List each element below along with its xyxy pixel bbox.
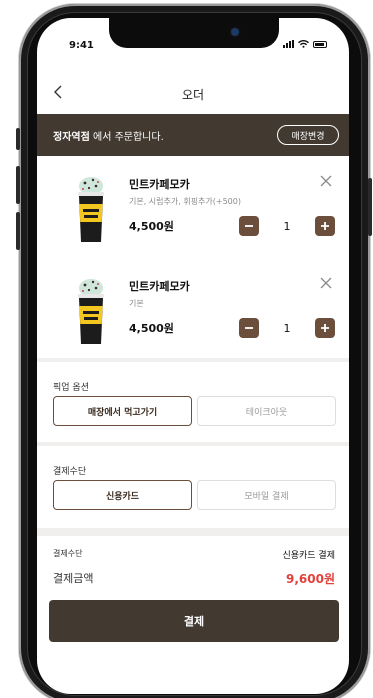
wifi-icon	[298, 40, 309, 48]
app-screen: 9:41 오더 정자역점 에서 주문합니다. 매장변경 민트카페모카 기본, 시…	[37, 18, 349, 694]
store-name: 정자역점	[53, 132, 90, 143]
pickup-option-takeout[interactable]: 테이크아웃	[197, 396, 336, 426]
volume-down-button	[16, 212, 20, 250]
section-divider	[37, 358, 349, 362]
store-suffix: 에서 주문합니다.	[93, 132, 164, 143]
change-store-button[interactable]: 매장변경	[277, 125, 339, 145]
qty-plus-button[interactable]	[315, 318, 335, 338]
battery-icon	[313, 40, 327, 48]
qty-value: 1	[283, 322, 291, 335]
signal-icon	[283, 40, 294, 48]
cart-item: 민트카페모카 기본, 시럽추가, 휘핑추가(+500) 4,500원 1	[37, 172, 349, 262]
qty-minus-button[interactable]	[239, 318, 259, 338]
plus-icon	[321, 324, 329, 332]
item-price: 4,500원	[129, 220, 174, 233]
summary-method-value: 신용카드 결제	[282, 551, 335, 561]
remove-item-close-icon[interactable]	[319, 174, 333, 188]
summary-method-label: 결제수단	[53, 549, 83, 558]
camera-icon	[231, 28, 239, 36]
pay-button[interactable]: 결제	[49, 600, 339, 642]
pickup-option-dine-in[interactable]: 매장에서 먹고가기	[53, 396, 192, 426]
qty-plus-button[interactable]	[315, 216, 335, 236]
coffee-cup-image	[78, 279, 104, 344]
minus-icon	[245, 225, 253, 227]
plus-icon	[321, 222, 329, 230]
power-button	[368, 178, 372, 236]
store-message: 정자역점 에서 주문합니다.	[53, 128, 164, 143]
item-options: 기본	[129, 299, 144, 308]
remove-item-close-icon[interactable]	[319, 276, 333, 290]
item-name: 민트카페모카	[129, 178, 190, 191]
section-divider	[37, 442, 349, 446]
qty-value: 1	[283, 220, 291, 233]
payment-option-credit-card[interactable]: 신용카드	[53, 480, 192, 510]
payment-method-label: 결제수단	[53, 467, 87, 477]
status-time: 9:41	[69, 40, 94, 51]
pickup-label: 픽업 옵션	[53, 383, 89, 393]
qty-minus-button[interactable]	[239, 216, 259, 236]
page-title: 오더	[181, 88, 205, 102]
mute-switch	[16, 128, 20, 150]
payment-option-mobile[interactable]: 모바일 결제	[197, 480, 336, 510]
summary-amount-label: 결제금액	[53, 572, 94, 585]
minus-icon	[245, 327, 253, 329]
store-banner: 정자역점 에서 주문합니다. 매장변경	[37, 114, 349, 156]
section-divider	[37, 528, 349, 536]
summary-method-row: 결제수단 신용카드 결제	[53, 548, 335, 562]
summary-amount-row: 결제금액 9,600원	[53, 570, 335, 588]
item-options: 기본, 시럽추가, 휘핑추가(+500)	[129, 197, 241, 206]
cart-item: 민트카페모카 기본 4,500원 1	[37, 274, 349, 364]
item-name: 민트카페모카	[129, 280, 190, 293]
coffee-cup-image	[78, 177, 104, 242]
status-icons	[283, 40, 327, 48]
summary-amount-value: 9,600원	[286, 572, 335, 586]
nav-bar: 오더	[37, 78, 349, 110]
notch	[109, 18, 279, 48]
item-price: 4,500원	[129, 322, 174, 335]
volume-up-button	[16, 166, 20, 204]
